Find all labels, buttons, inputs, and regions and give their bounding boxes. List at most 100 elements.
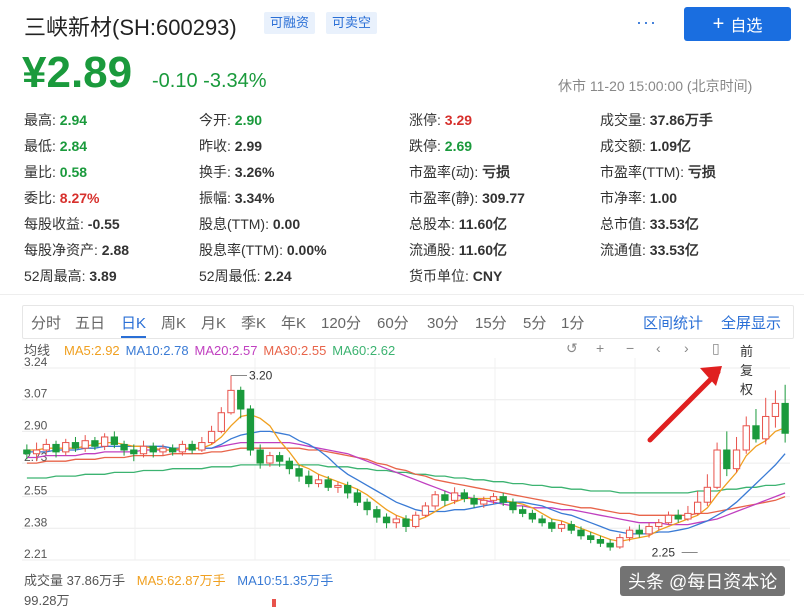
tab-7[interactable]: 120分 [321, 312, 361, 333]
candle-body [431, 494, 439, 507]
tab-3[interactable]: 周K [161, 312, 186, 333]
stat-value: 8.27% [59, 190, 100, 206]
tag-short-sell[interactable]: 可卖空 [326, 12, 378, 34]
divider [0, 294, 804, 295]
candle-body [285, 460, 294, 470]
range-stats-link[interactable]: 区间统计 [643, 312, 703, 333]
annotation-label: 2.25 [652, 546, 676, 560]
stat-item: 成交量: 37.86万手 [600, 110, 713, 130]
scroll-left-icon[interactable]: ‹ [656, 340, 661, 356]
volume-bar [272, 599, 276, 607]
stat-item: 今开: 2.90 [199, 110, 262, 130]
kline-chart[interactable]: 3.243.072.902.732.552.382.213.202.25 [0, 355, 804, 570]
stat-item: 流通值: 33.53亿 [600, 240, 699, 260]
candle-body [169, 447, 177, 453]
stat-label: 振幅: [199, 190, 235, 206]
tab-5[interactable]: 季K [241, 312, 266, 333]
stat-value: 亏损 [687, 164, 716, 180]
stat-value: 亏损 [482, 164, 511, 180]
y-tick-label: 3.24 [24, 355, 48, 369]
stat-label: 市盈率(TTM): [600, 164, 688, 180]
stat-label: 每股收益: [24, 216, 88, 232]
tab-11[interactable]: 5分 [523, 312, 546, 333]
tab-4[interactable]: 月K [201, 312, 226, 333]
fullscreen-link[interactable]: 全屏显示 [721, 312, 781, 333]
candle-body [703, 486, 712, 503]
candle-body [781, 402, 789, 434]
stat-item: 货币单位: CNY [409, 266, 502, 286]
stat-item: 跌停: 2.69 [409, 136, 472, 156]
tab-2[interactable]: 日K [121, 312, 147, 338]
candle-body [441, 494, 449, 501]
candle-body [450, 492, 459, 501]
candle-body [713, 449, 721, 488]
tab-8[interactable]: 60分 [377, 312, 409, 333]
candle-body [295, 468, 303, 477]
stat-label: 股息率(TTM): [199, 242, 287, 258]
plus-icon: + [712, 12, 725, 35]
candle-body [81, 440, 89, 449]
candle-body [198, 442, 206, 451]
candle-body [110, 436, 119, 445]
candle-body [402, 518, 410, 527]
add-watchlist-button[interactable]: + 自选 [684, 7, 791, 41]
candle-body [314, 479, 323, 485]
stat-label: 每股净资产: [24, 242, 102, 258]
candle-body [344, 484, 352, 494]
stat-item: 股息(TTM): 0.00 [199, 214, 300, 234]
volume-legend: 成交量 37.86万手 MA5:62.87万手 MA10:51.35万手 [24, 570, 341, 589]
tab-0[interactable]: 分时 [31, 312, 61, 333]
stat-value: 0.00 [272, 216, 301, 232]
candle-body [596, 538, 605, 544]
tag-margin-financing[interactable]: 可融资 [264, 12, 316, 34]
more-menu-icon[interactable]: ··· [636, 12, 657, 33]
watermark: 头条 @每日资本论 [620, 566, 786, 596]
volume-ma10: MA10:51.35万手 [237, 573, 334, 588]
stat-value: 33.53亿 [649, 216, 699, 232]
candle-body [577, 529, 585, 537]
scroll-right-icon[interactable]: › [684, 340, 689, 356]
candle-body [139, 445, 148, 455]
tab-9[interactable]: 30分 [427, 312, 459, 333]
candle-body [762, 415, 770, 440]
stat-item: 每股收益: -0.55 [24, 214, 120, 234]
candle-body [645, 525, 653, 535]
candle-body [489, 496, 498, 501]
change-amount: -0.10 [152, 70, 198, 92]
candle-body [480, 499, 488, 505]
candle-body [120, 443, 128, 451]
candle-body [732, 449, 741, 470]
stat-item: 总市值: 33.53亿 [600, 214, 699, 234]
stat-item: 市净率: 1.00 [600, 188, 677, 208]
period-tabs: 分时 五日 日K 周K 月K 季K 年K 120分 60分 30分 15分 5分 1分 区间统计 全屏显示 [22, 305, 794, 339]
stat-value: 309.77 [482, 190, 525, 206]
tab-6[interactable]: 年K [281, 312, 306, 333]
stat-item: 市盈率(动): 亏损 [409, 162, 510, 182]
tab-10[interactable]: 15分 [475, 312, 507, 333]
candle-body [305, 475, 313, 485]
candle-body [567, 524, 575, 531]
stat-value: 0.00% [286, 242, 327, 258]
stat-label: 货币单位: [409, 268, 473, 284]
y-tick-label: 2.38 [24, 515, 48, 529]
annotation-label: 3.20 [249, 368, 273, 382]
stat-label: 成交量: [600, 112, 650, 128]
current-price: ¥2.89 [22, 48, 133, 97]
candle-body [373, 509, 381, 518]
stat-value: CNY [472, 268, 503, 284]
candle-body [159, 447, 167, 453]
tab-1[interactable]: 五日 [75, 312, 105, 333]
candle-body [664, 514, 673, 524]
stat-value: 2.84 [59, 138, 88, 154]
zoom-out-icon[interactable]: − [626, 340, 634, 356]
candle-body [334, 484, 342, 488]
zoom-in-icon[interactable]: + [596, 340, 604, 356]
candle-body [256, 449, 264, 464]
candle-body [674, 514, 682, 520]
candle-body [353, 492, 362, 503]
candle-body [509, 501, 517, 511]
candle-body [771, 402, 780, 417]
stat-label: 成交额: [600, 138, 650, 154]
stat-item: 委比: 8.27% [24, 188, 99, 208]
tab-12[interactable]: 1分 [561, 312, 584, 333]
